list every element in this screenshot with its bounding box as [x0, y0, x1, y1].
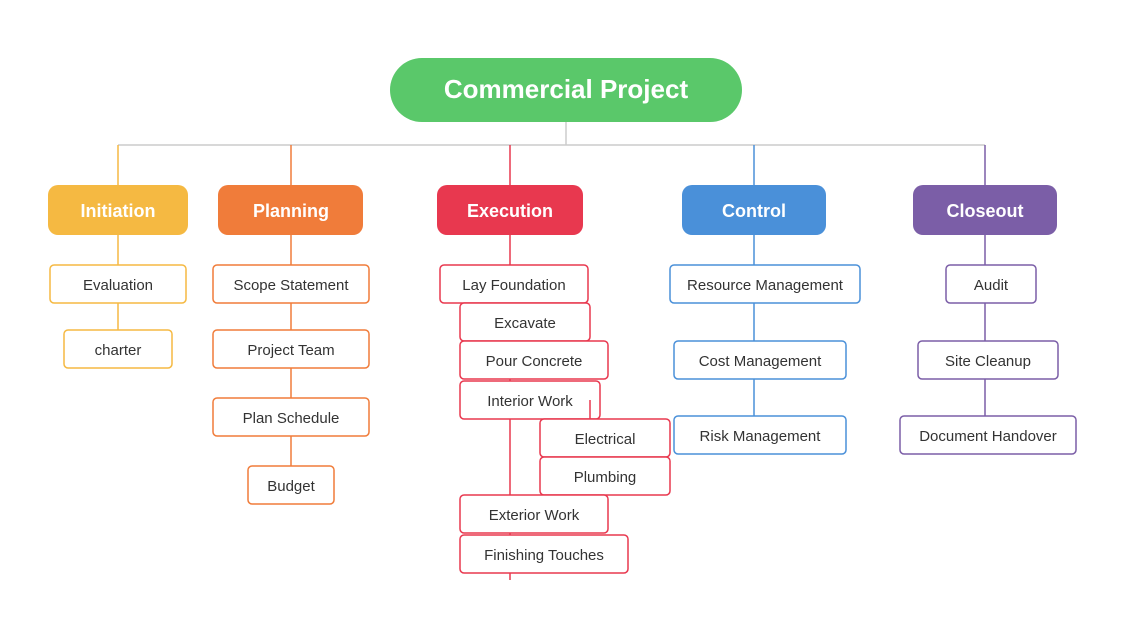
- site-cleanup-label: Site Cleanup: [945, 353, 1031, 370]
- cost-mgmt-label: Cost Management: [699, 353, 822, 370]
- pour-concrete-label: Pour Concrete: [486, 353, 583, 370]
- budget-label: Budget: [267, 478, 315, 495]
- lay-foundation-label: Lay Foundation: [462, 277, 565, 294]
- evaluation-label: Evaluation: [83, 277, 153, 294]
- initiation-label: Initiation: [81, 201, 156, 221]
- closeout-label: Closeout: [946, 201, 1023, 221]
- finishing-touches-label: Finishing Touches: [484, 547, 604, 564]
- audit-label: Audit: [974, 277, 1009, 294]
- planning-label: Planning: [253, 201, 329, 221]
- electrical-label: Electrical: [575, 431, 636, 448]
- plan-schedule-label: Plan Schedule: [243, 410, 340, 427]
- execution-label: Execution: [467, 201, 553, 221]
- control-label: Control: [722, 201, 786, 221]
- doc-handover-label: Document Handover: [919, 428, 1057, 445]
- plumbing-label: Plumbing: [574, 469, 637, 486]
- root-label: Commercial Project: [444, 74, 689, 104]
- project-team-label: Project Team: [247, 342, 334, 359]
- excavate-label: Excavate: [494, 315, 556, 332]
- exterior-work-label: Exterior Work: [489, 507, 580, 524]
- charter-label: charter: [95, 342, 142, 359]
- chart: Commercial Project Initiation Evaluation…: [0, 0, 1132, 621]
- scope-label: Scope Statement: [233, 277, 349, 294]
- risk-mgmt-label: Risk Management: [700, 428, 822, 445]
- interior-work-label: Interior Work: [487, 393, 573, 410]
- resource-mgmt-label: Resource Management: [687, 277, 844, 294]
